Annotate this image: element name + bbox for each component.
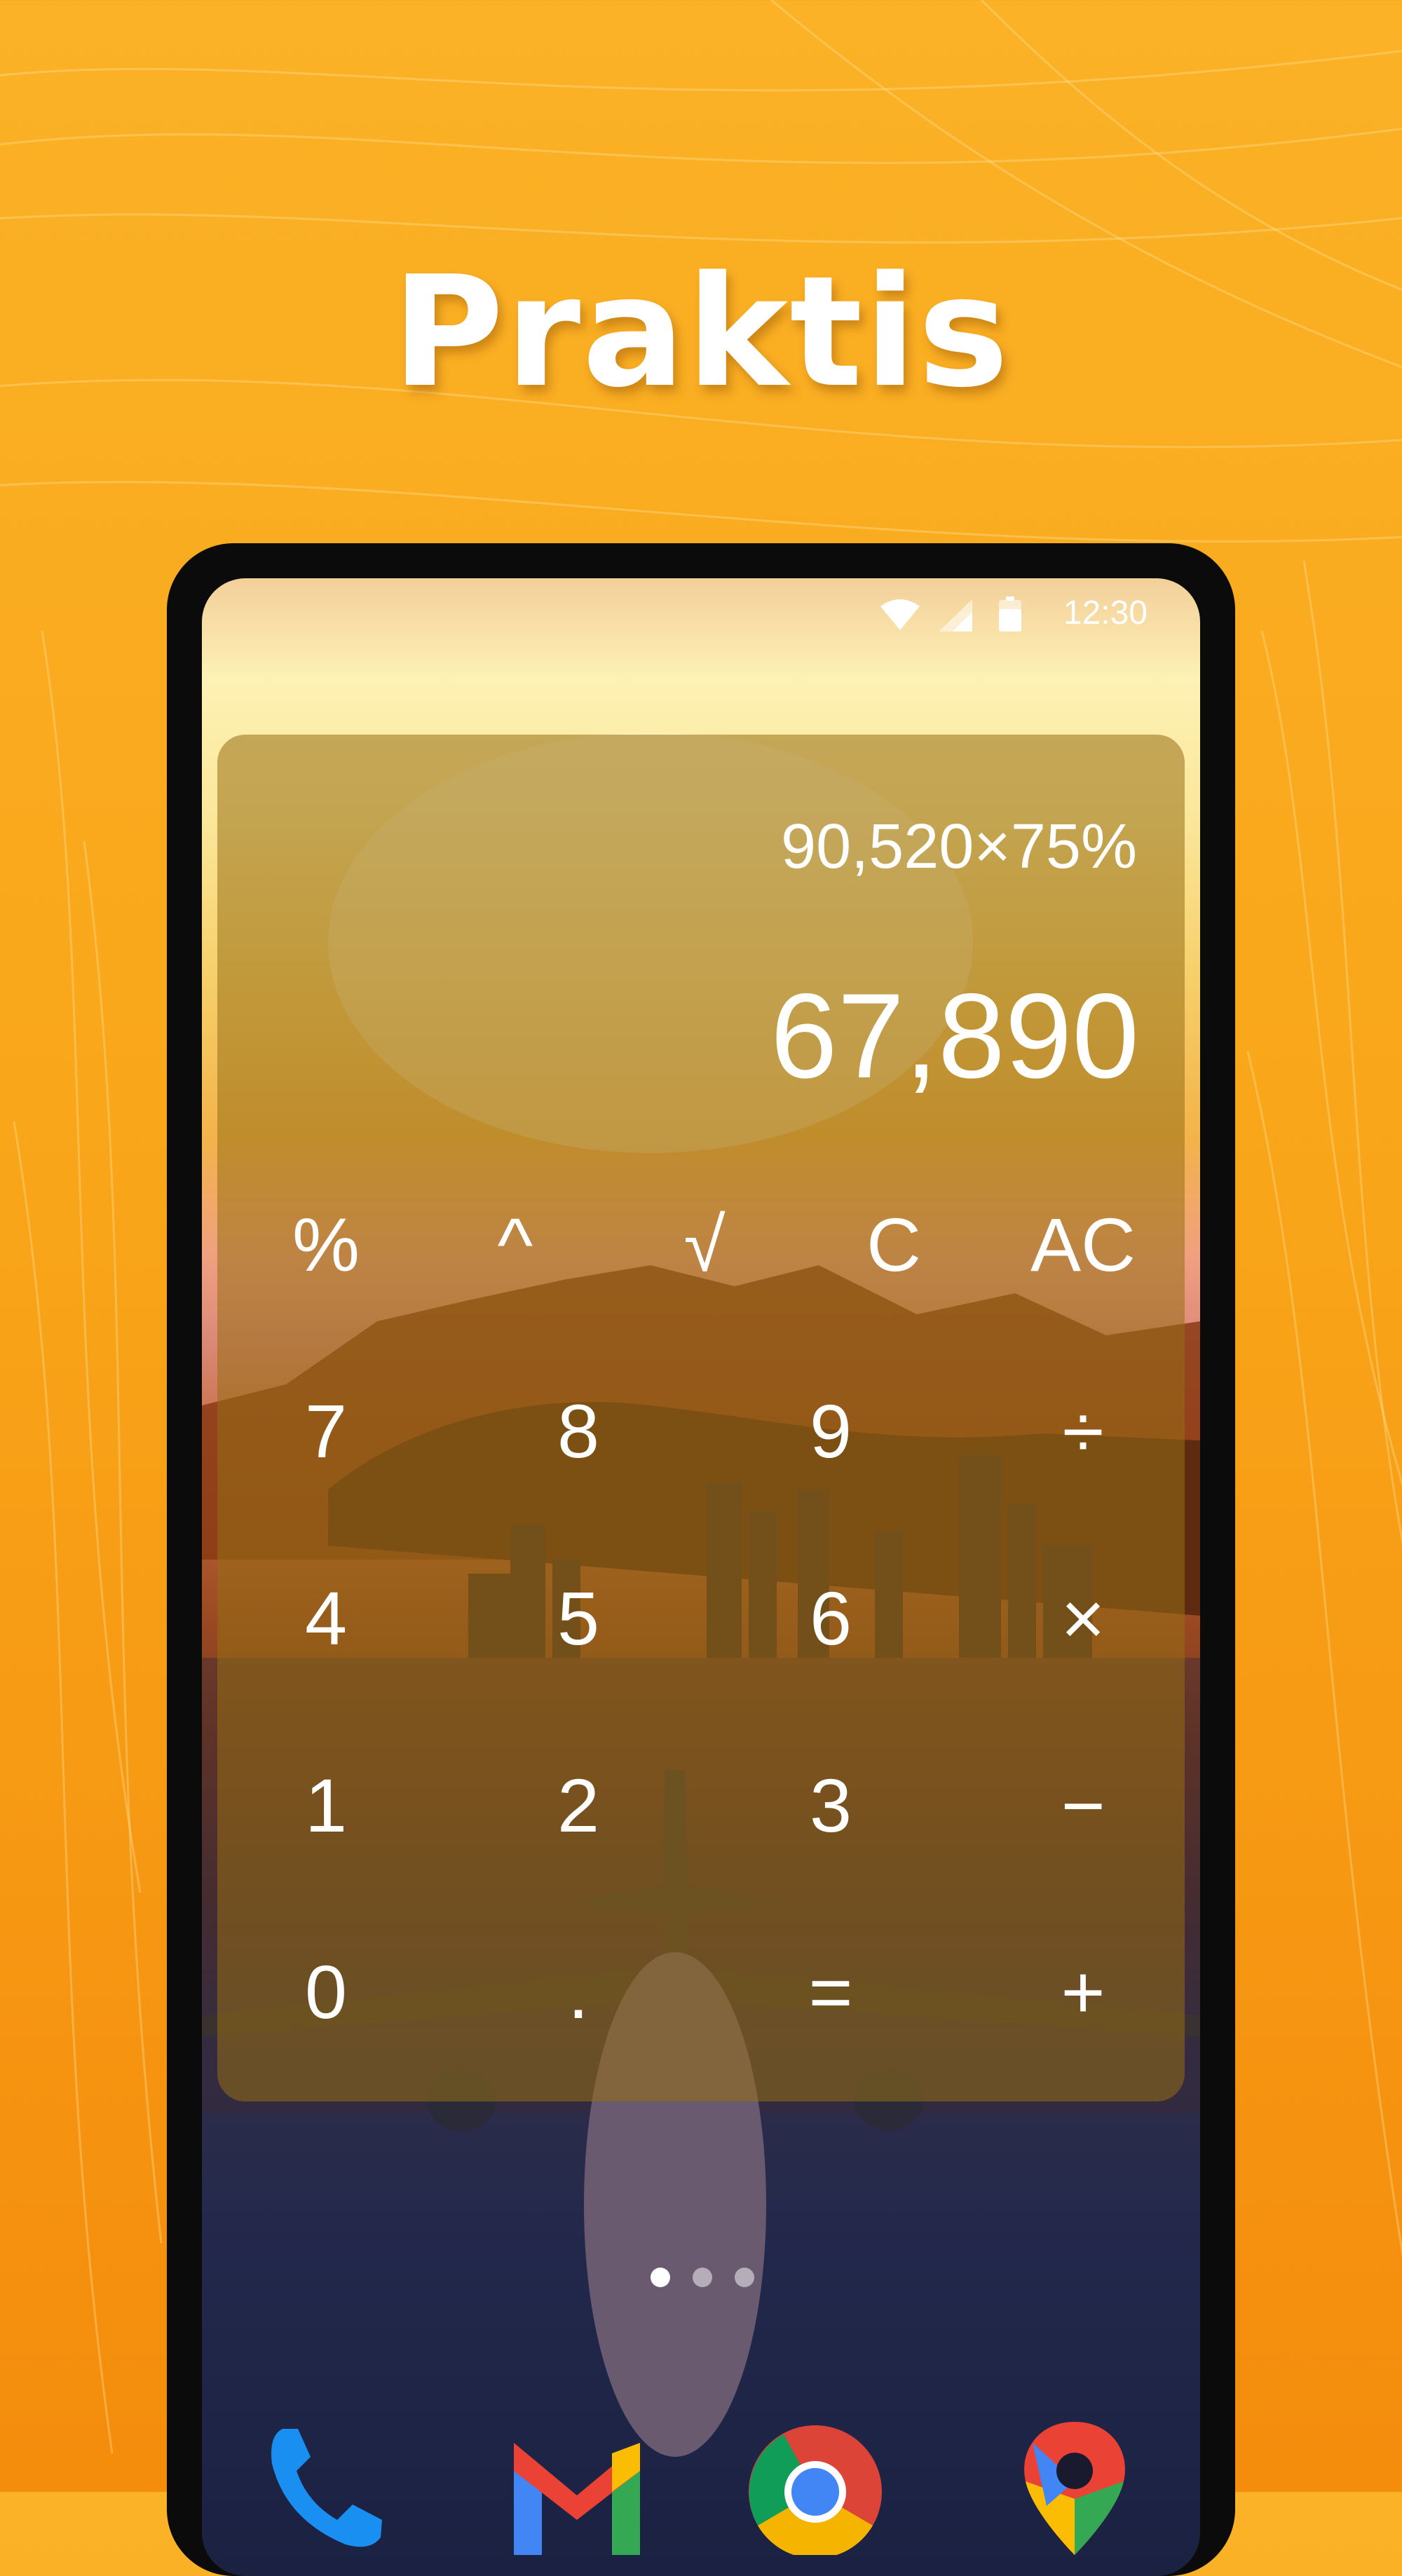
key-sqrt[interactable]: √ [634,1188,775,1300]
status-time: 12:30 [1063,594,1148,632]
phone-frame: 12:30 90,520×75% 67,890 % ^ √ C AC 7 8 9… [167,543,1235,2576]
key-add[interactable]: + [1013,1935,1153,2047]
phone-screen: 12:30 90,520×75% 67,890 % ^ √ C AC 7 8 9… [202,578,1200,2576]
key-8[interactable]: 8 [508,1375,648,1487]
headline: Praktis [391,244,1011,421]
key-power[interactable]: ^ [445,1188,585,1300]
key-decimal[interactable]: . [508,1935,648,2047]
page-dot[interactable] [735,2268,754,2287]
phone-icon[interactable] [254,2415,395,2555]
signal-icon [939,599,972,632]
key-multiply[interactable]: × [1013,1562,1153,1674]
key-2[interactable]: 2 [508,1749,648,1861]
wifi-icon [880,599,920,630]
result-display: 67,890 [770,969,1139,1103]
page-indicator [202,2268,1200,2289]
key-all-clear[interactable]: AC [1013,1188,1153,1300]
calculator-widget: 90,520×75% 67,890 % ^ √ C AC 7 8 9 ÷ 4 5… [217,735,1185,2101]
maps-icon[interactable] [1005,2415,1145,2555]
key-6[interactable]: 6 [761,1562,901,1674]
key-9[interactable]: 9 [761,1375,901,1487]
key-1[interactable]: 1 [256,1749,396,1861]
key-0[interactable]: 0 [256,1935,396,2047]
key-equals[interactable]: = [761,1935,901,2047]
chrome-icon[interactable] [745,2415,885,2555]
key-subtract[interactable]: − [1013,1749,1153,1861]
gmail-icon[interactable] [507,2415,647,2555]
key-divide[interactable]: ÷ [1013,1375,1153,1487]
expression-display: 90,520×75% [781,812,1137,882]
key-4[interactable]: 4 [256,1562,396,1674]
key-3[interactable]: 3 [761,1749,901,1861]
page-dot[interactable] [693,2268,712,2287]
battery-icon [999,597,1021,632]
key-percent[interactable]: % [256,1188,396,1300]
key-clear[interactable]: C [824,1188,964,1300]
key-7[interactable]: 7 [256,1375,396,1487]
status-bar: 12:30 [202,578,1200,648]
key-5[interactable]: 5 [508,1562,648,1674]
page-dot-active[interactable] [651,2268,670,2287]
